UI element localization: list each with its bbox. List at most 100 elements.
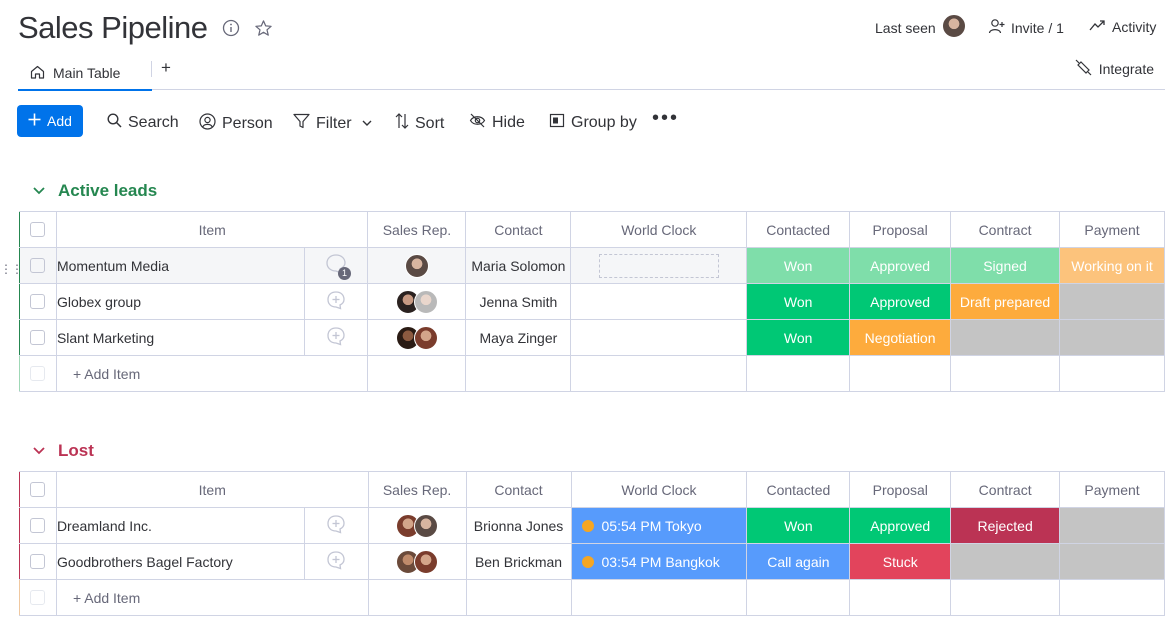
contact-cell[interactable]: Maria Solomon [465, 247, 572, 284]
add-update-button[interactable] [303, 543, 369, 580]
checkbox[interactable] [30, 518, 46, 533]
item-name[interactable]: Goodbrothers Bagel Factory [55, 543, 305, 580]
row-select-cell[interactable] [19, 319, 57, 356]
hide-button[interactable]: Hide [469, 113, 525, 133]
table-row[interactable]: Slant Marketing Maya Zinger Won Negotiat… [19, 319, 1165, 356]
sales-rep-cell[interactable] [367, 543, 467, 580]
contact-cell[interactable]: Brionna Jones [465, 507, 572, 544]
item-name[interactable]: Globex group [55, 283, 305, 320]
integrate-button[interactable]: Integrate [1075, 59, 1154, 79]
status-payment[interactable] [1059, 283, 1165, 320]
item-name[interactable]: Momentum Media [55, 247, 305, 284]
status-proposal[interactable]: Approved [849, 507, 952, 544]
item-name[interactable]: Dreamland Inc. [55, 507, 305, 544]
checkbox[interactable] [30, 554, 46, 569]
chevron-down-icon[interactable] [32, 441, 46, 461]
column-header-contacted[interactable]: Contacted [746, 211, 851, 248]
filter-dropdown-button[interactable] [361, 115, 373, 133]
status-contacted[interactable]: Won [746, 247, 851, 284]
item-name[interactable]: Slant Marketing [55, 319, 305, 356]
add-item-input[interactable]: + Add Item [55, 355, 369, 392]
column-header-proposal[interactable]: Proposal [849, 471, 952, 508]
add-update-button[interactable] [303, 507, 369, 544]
star-icon[interactable] [254, 19, 273, 43]
search-button[interactable]: Search [107, 113, 179, 133]
filter-button[interactable]: Filter [293, 113, 352, 134]
checkbox[interactable] [30, 258, 46, 273]
status-proposal[interactable]: Negotiation [849, 319, 952, 356]
last-seen[interactable]: Last seen [875, 14, 966, 38]
row-select-cell[interactable] [19, 543, 57, 580]
status-proposal[interactable]: Stuck [849, 543, 952, 580]
checkbox[interactable] [30, 294, 46, 309]
contact-cell[interactable]: Jenna Smith [465, 283, 572, 320]
world-clock-cell[interactable] [570, 247, 748, 284]
column-header-world-clock[interactable]: World Clock [570, 211, 748, 248]
checkbox[interactable] [30, 222, 46, 237]
status-contacted[interactable]: Won [746, 283, 851, 320]
column-header-item[interactable]: Item [55, 471, 369, 508]
column-header-contact[interactable]: Contact [465, 471, 572, 508]
column-header-payment[interactable]: Payment [1059, 471, 1165, 508]
info-icon[interactable] [222, 19, 240, 42]
world-clock-cell[interactable] [570, 319, 748, 356]
column-header-sales-rep[interactable]: Sales Rep. [367, 211, 467, 248]
status-contacted[interactable]: Won [746, 507, 851, 544]
status-payment[interactable]: Working on it [1059, 247, 1165, 284]
row-select-cell[interactable] [19, 247, 57, 284]
add-update-button[interactable] [303, 283, 369, 320]
table-row[interactable]: Momentum Media 1 Maria Solomon Won Appro… [19, 247, 1165, 284]
status-contract[interactable] [950, 543, 1061, 580]
add-view-button[interactable]: + [161, 58, 171, 78]
status-proposal[interactable]: Approved [849, 283, 952, 320]
chevron-down-icon[interactable] [32, 181, 46, 201]
column-header-item[interactable]: Item [55, 211, 369, 248]
sales-rep-cell[interactable] [367, 319, 467, 356]
add-item-input[interactable]: + Add Item [55, 579, 369, 616]
column-header-sales-rep[interactable]: Sales Rep. [367, 471, 467, 508]
activity-button[interactable]: Activity [1089, 18, 1156, 35]
more-options-icon[interactable]: ••• [652, 107, 679, 130]
table-row[interactable]: Dreamland Inc. Brionna Jones 05:54 PM To… [19, 507, 1165, 544]
table-row[interactable]: Globex group Jenna Smith Won Approved Dr… [19, 283, 1165, 320]
sales-rep-cell[interactable] [367, 283, 467, 320]
sales-rep-cell[interactable] [367, 247, 467, 284]
row-select-cell[interactable] [19, 507, 57, 544]
column-header-contract[interactable]: Contract [950, 211, 1060, 248]
status-contacted[interactable]: Call again [746, 543, 851, 580]
world-clock-cell[interactable] [570, 283, 748, 320]
status-contract[interactable]: Rejected [950, 507, 1061, 544]
status-contract[interactable]: Draft prepared [950, 283, 1060, 320]
row-select-cell[interactable] [19, 283, 57, 320]
status-contacted[interactable]: Won [746, 319, 851, 356]
contact-cell[interactable]: Maya Zinger [465, 319, 572, 356]
table-row[interactable]: Goodbrothers Bagel Factory Ben Brickman … [19, 543, 1165, 580]
column-header-contact[interactable]: Contact [465, 211, 572, 248]
world-clock-placeholder[interactable] [598, 253, 719, 278]
select-all-cell[interactable] [19, 211, 57, 248]
checkbox[interactable] [30, 482, 46, 497]
column-header-payment[interactable]: Payment [1059, 211, 1165, 248]
column-header-contacted[interactable]: Contacted [746, 471, 851, 508]
tab-main-table[interactable]: Main Table [18, 56, 152, 91]
updates-button[interactable]: 1 [303, 247, 369, 284]
select-all-cell[interactable] [19, 471, 57, 508]
contact-cell[interactable]: Ben Brickman [465, 543, 572, 580]
status-payment[interactable] [1059, 319, 1165, 356]
status-proposal[interactable]: Approved [849, 247, 952, 284]
group-by-button[interactable]: Group by [549, 113, 637, 133]
group-header-active-leads[interactable]: Active leads [32, 181, 157, 201]
status-contract[interactable]: Signed [950, 247, 1060, 284]
group-header-lost[interactable]: Lost [32, 441, 94, 461]
person-filter-button[interactable]: Person [199, 113, 273, 135]
status-contract[interactable] [950, 319, 1060, 356]
world-clock-cell[interactable]: 05:54 PM Tokyo [570, 507, 748, 544]
invite-button[interactable]: Invite / 1 [988, 18, 1064, 37]
sales-rep-cell[interactable] [367, 507, 467, 544]
add-update-button[interactable] [303, 319, 369, 356]
checkbox[interactable] [30, 330, 46, 345]
sort-button[interactable]: Sort [395, 113, 444, 134]
status-payment[interactable] [1059, 543, 1165, 580]
add-item-button[interactable]: Add [17, 105, 83, 137]
status-payment[interactable] [1059, 507, 1165, 544]
